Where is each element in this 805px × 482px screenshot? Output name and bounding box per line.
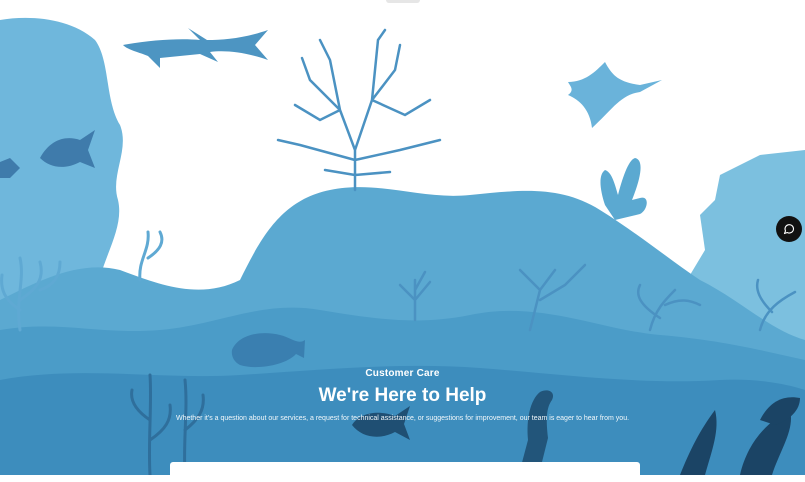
shark-silhouette bbox=[123, 28, 268, 68]
hero-subtitle: Whether it's a question about our servic… bbox=[175, 415, 630, 422]
hero-eyebrow: Customer Care bbox=[365, 368, 440, 379]
page-title: We're Here to Help bbox=[318, 385, 487, 406]
manta-ray-silhouette bbox=[568, 62, 662, 128]
hero-section: Customer Care We're Here to Help Whether… bbox=[0, 368, 805, 422]
chat-bubble-icon bbox=[783, 224, 795, 235]
chat-button[interactable] bbox=[776, 216, 802, 242]
branching-coral bbox=[276, 28, 442, 192]
tube-coral bbox=[600, 158, 647, 220]
content-card-edge bbox=[170, 462, 640, 482]
